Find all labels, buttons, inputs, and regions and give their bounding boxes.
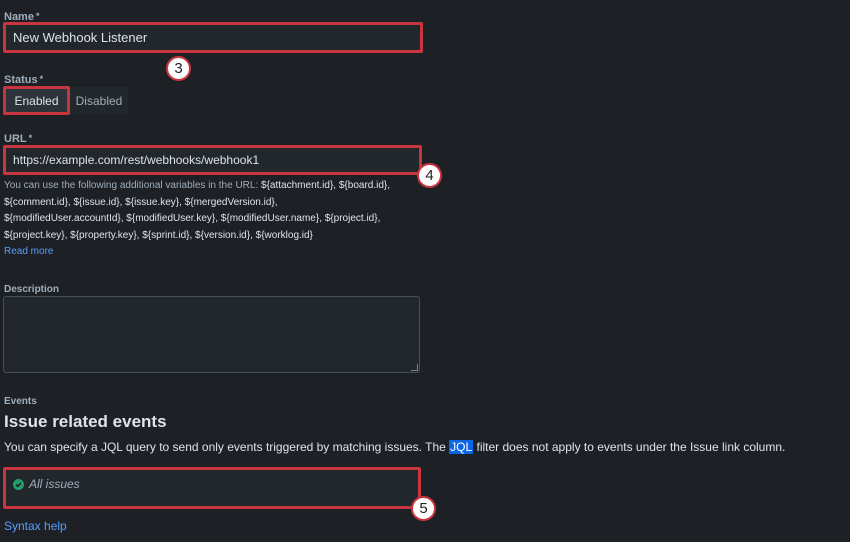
- status-enabled-button[interactable]: Enabled: [3, 86, 70, 115]
- name-input[interactable]: New Webhook Listener: [6, 25, 420, 50]
- events-label: Events: [4, 396, 37, 407]
- url-label: URL *: [4, 133, 33, 145]
- resize-handle[interactable]: [411, 364, 418, 371]
- issue-events-heading: Issue related events: [4, 412, 167, 431]
- status-disabled-button[interactable]: Disabled: [70, 87, 128, 114]
- url-help-text: You can use the following additional var…: [4, 180, 391, 241]
- jql-input[interactable]: All issues: [6, 470, 418, 506]
- url-input[interactable]: https://example.com/rest/webhooks/webhoo…: [6, 148, 419, 172]
- status-label: Status *: [4, 74, 44, 86]
- name-highlight: New Webhook Listener: [3, 22, 423, 53]
- url-highlight: https://example.com/rest/webhooks/webhoo…: [3, 145, 422, 175]
- description-label: Description: [4, 284, 60, 295]
- jql-highlight: JQL: [449, 440, 474, 454]
- events-description: You can specify a JQL query to send only…: [4, 440, 786, 454]
- url-input-value: https://example.com/rest/webhooks/webhoo…: [13, 153, 260, 167]
- callout-3: 3: [166, 56, 191, 81]
- description-textarea[interactable]: [3, 296, 420, 373]
- callout-5: 5: [411, 496, 436, 521]
- jql-value: All issues: [29, 477, 80, 491]
- read-more-link[interactable]: Read more: [4, 246, 53, 257]
- syntax-help-link[interactable]: Syntax help: [4, 519, 67, 533]
- jql-highlight-box: All issues: [3, 467, 421, 509]
- callout-4: 4: [417, 163, 442, 188]
- valid-check-icon: [13, 479, 24, 490]
- name-input-value: New Webhook Listener: [13, 30, 148, 45]
